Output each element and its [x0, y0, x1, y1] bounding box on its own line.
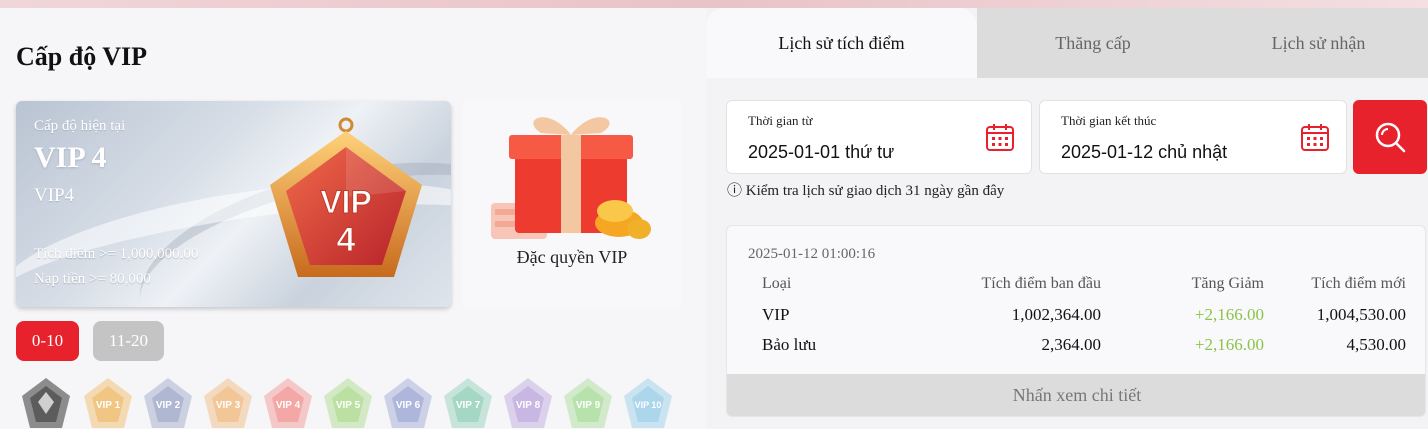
row-change: +2,166.00: [1194, 335, 1264, 354]
row-new-points: 4,530.00: [1346, 335, 1407, 354]
tab-points-history[interactable]: Lịch sử tích điểm: [706, 8, 977, 78]
column-header-change: Tăng Giảm: [1191, 275, 1264, 292]
date-to-field[interactable]: Thời gian kết thúc 2025-01-12 chủ nhật: [1039, 100, 1347, 174]
svg-text:VIP 1: VIP 1: [96, 400, 121, 411]
page-title: Cấp độ VIP: [16, 42, 148, 71]
row-new-points: 1,004,530.00: [1316, 305, 1406, 324]
date-from-field[interactable]: Thời gian từ 2025-01-01 thứ tư: [726, 100, 1032, 174]
vip-4-small-badge-icon[interactable]: VIP 4: [262, 376, 314, 429]
svg-text:4: 4: [337, 221, 356, 259]
gift-box-icon: [491, 117, 651, 239]
svg-text:VIP 9: VIP 9: [576, 400, 601, 411]
range-0-10-button[interactable]: 0-10: [16, 321, 79, 361]
row-initial-points: 2,364.00: [1041, 335, 1102, 354]
current-level-label: Cấp độ hiện tại: [34, 118, 126, 134]
current-level-subtitle: VIP4: [34, 185, 75, 206]
top-banner-strip: [0, 0, 1428, 8]
svg-text:VIP 5: VIP 5: [336, 400, 361, 411]
deposit-requirement: Nạp tiền >= 80,000: [34, 271, 151, 287]
date-from-value: 2025-01-01 thứ tư: [748, 142, 895, 162]
vip-10-badge-icon[interactable]: VIP 10: [622, 376, 674, 429]
date-from-label: Thời gian từ: [748, 113, 813, 128]
svg-text:VIP 4: VIP 4: [276, 400, 301, 411]
vip-0-badge-icon[interactable]: [20, 376, 72, 429]
row-initial-points: 1,002,364.00: [1011, 305, 1101, 324]
vip-3-badge-icon[interactable]: VIP 3: [202, 376, 254, 429]
vip-7-badge-icon[interactable]: VIP 7: [442, 376, 494, 429]
row-change: +2,166.00: [1194, 305, 1264, 324]
tab-upgrade[interactable]: Thăng cấp: [977, 8, 1209, 78]
date-to-value: 2025-01-12 chủ nhật: [1061, 142, 1228, 162]
vip-8-badge-icon[interactable]: VIP 8: [502, 376, 554, 429]
table-row: Bảo lưu 2,364.00 +2,166.00 4,530.00: [748, 330, 1408, 360]
vip-privilege-label: Đặc quyền VIP: [516, 247, 628, 267]
current-vip-card: Cấp độ hiện tại VIP 4 VIP4 Tích điểm >= …: [16, 101, 451, 307]
table-header: Loại Tích điểm ban đầu Tăng Giảm Tích đi…: [748, 270, 1408, 300]
vip-6-badge-icon[interactable]: VIP 6: [382, 376, 434, 429]
svg-text:VIP: VIP: [320, 184, 372, 220]
search-icon: [1375, 122, 1406, 153]
svg-text:VIP 6: VIP 6: [396, 400, 421, 411]
history-panel: Thăng cấp Lịch sử nhận Lịch sử tích điểm…: [706, 8, 1428, 429]
vip-2-badge-icon[interactable]: VIP 2: [142, 376, 194, 429]
record-timestamp: 2025-01-12 01:00:16: [748, 246, 876, 262]
svg-text:VIP 7: VIP 7: [456, 400, 481, 411]
points-requirement: Tích điểm >= 1,000,000.00: [34, 246, 199, 262]
history-tabs: Thăng cấp Lịch sử nhận Lịch sử tích điểm: [706, 8, 1428, 78]
history-range-hint: ⓘ Kiểm tra lịch sử giao dịch 31 ngày gần…: [727, 183, 1005, 199]
vip-4-badge-icon: VIP 4: [270, 117, 422, 277]
svg-text:VIP 2: VIP 2: [156, 400, 181, 411]
column-header-new-points: Tích điểm mới: [1311, 275, 1406, 292]
vip-5-badge-icon[interactable]: VIP 5: [322, 376, 374, 429]
history-record-card: 2025-01-12 01:00:16 Loại Tích điểm ban đ…: [726, 225, 1426, 417]
svg-text:VIP 3: VIP 3: [216, 400, 241, 411]
vip-9-badge-icon[interactable]: VIP 9: [562, 376, 614, 429]
record-table: Loại Tích điểm ban đầu Tăng Giảm Tích đi…: [748, 270, 1408, 360]
calendar-icon[interactable]: [985, 122, 1015, 152]
vip-privilege-tile[interactable]: Đặc quyền VIP: [463, 101, 681, 307]
range-11-20-button[interactable]: 11-20: [93, 321, 164, 361]
svg-text:VIP 10: VIP 10: [635, 400, 662, 410]
row-type: Bảo lưu: [762, 335, 817, 354]
table-row: VIP 1,002,364.00 +2,166.00 1,004,530.00: [748, 300, 1408, 330]
vip-level-badges: VIP 1 VIP 2 VIP 3 VIP 4 VIP 5 VIP 6 VIP …: [20, 376, 680, 429]
current-level-value: VIP 4: [34, 141, 107, 174]
row-type: VIP: [762, 305, 790, 324]
tab-claim-history[interactable]: Lịch sử nhận: [1209, 8, 1428, 78]
calendar-icon[interactable]: [1300, 122, 1330, 152]
column-header-type: Loại: [762, 275, 792, 292]
svg-text:VIP 8: VIP 8: [516, 400, 541, 411]
column-header-initial-points: Tích điểm ban đầu: [981, 275, 1101, 292]
vip-1-badge-icon[interactable]: VIP 1: [82, 376, 134, 429]
view-details-button[interactable]: Nhấn xem chi tiết: [727, 374, 1425, 416]
date-to-label: Thời gian kết thúc: [1061, 113, 1157, 128]
search-button[interactable]: [1353, 100, 1427, 174]
